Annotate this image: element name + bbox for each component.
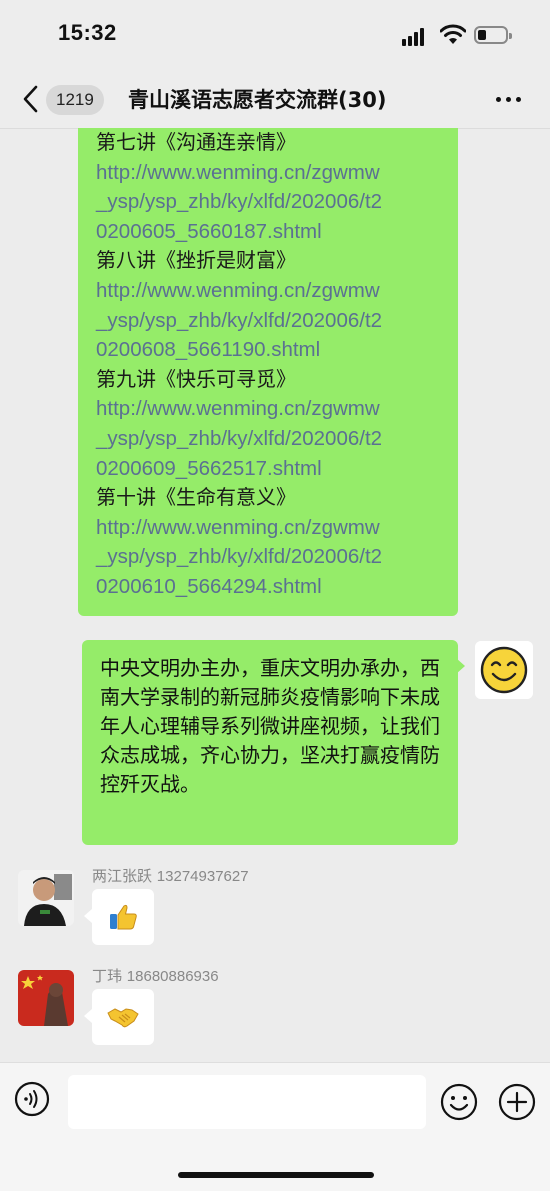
lecture-link[interactable]: http://www.wenming.cn/zgwmw (96, 513, 458, 543)
handshake-emoji-icon (107, 1008, 139, 1028)
bubble-tail (84, 1009, 92, 1023)
lecture-title: 第九讲《快乐可寻觅》 (96, 366, 296, 391)
sender-avatar-dingwei[interactable] (18, 970, 74, 1026)
more-options-icon[interactable] (496, 97, 524, 103)
sender-display-name: 丁玮 (92, 967, 123, 985)
lecture-link[interactable]: _ysp/ysp_zhb/ky/xlfd/202006/t2 (96, 424, 458, 454)
status-time: 15:32 (58, 20, 117, 45)
unread-count-badge[interactable]: 1219 (46, 85, 104, 115)
my-avatar[interactable] (475, 641, 533, 699)
lecture-link[interactable]: _ysp/ysp_zhb/ky/xlfd/202006/t2 (96, 187, 458, 217)
sender-avatar-zhangyue[interactable] (18, 870, 74, 926)
bubble-tail (84, 909, 92, 923)
lecture-link[interactable]: _ysp/ysp_zhb/ky/xlfd/202006/t2 (96, 306, 458, 336)
lecture-link[interactable]: 0200610_5664294.shtml (96, 572, 458, 602)
lecture-link[interactable]: _ysp/ysp_zhb/ky/xlfd/202006/t2 (96, 542, 458, 572)
sender-name: 丁玮 18680886936 (92, 965, 219, 986)
announcement-message-bubble[interactable]: 中央文明办主办，重庆文明办承办，西南大学录制的新冠肺炎疫情影响下未成年人心理辅导… (82, 640, 458, 845)
status-bar: 15:32 (0, 0, 550, 72)
announcement-text: 中央文明办主办，重庆文明办承办，西南大学录制的新冠肺炎疫情影响下未成年人心理辅导… (100, 656, 440, 796)
links-message-text: 第七讲《沟通连亲情》 http://www.wenming.cn/zgwmw _ys… (96, 128, 458, 602)
message-input[interactable] (68, 1075, 426, 1129)
cellular-signal-icon (402, 28, 428, 46)
thumbs-up-emoji-icon (110, 904, 137, 930)
lecture-title: 第七讲《沟通连亲情》 (96, 130, 296, 154)
sender-phone: 13274937627 (156, 868, 249, 885)
lecture-link[interactable]: http://www.wenming.cn/zgwmw (96, 158, 458, 188)
sender-name: 两江张跃 13274937627 (92, 865, 249, 886)
back-arrow-icon[interactable] (20, 84, 42, 114)
handshake-message-bubble[interactable] (92, 989, 154, 1045)
lecture-title: 第十讲《生命有意义》 (96, 485, 296, 510)
lecture-link[interactable]: 0200609_5662517.shtml (96, 454, 458, 484)
thumbs-up-message-bubble[interactable] (92, 889, 154, 945)
chat-title: 青山溪语志愿者交流群(30) (128, 88, 387, 112)
sender-display-name: 两江张跃 (92, 867, 153, 885)
battery-icon (474, 26, 512, 44)
lecture-link[interactable]: http://www.wenming.cn/zgwmw (96, 276, 458, 306)
lecture-link[interactable]: 0200608_5661190.shtml (96, 335, 458, 365)
sender-phone: 18680886936 (126, 968, 219, 985)
lecture-link[interactable]: http://www.wenming.cn/zgwmw (96, 394, 458, 424)
bubble-tail (456, 658, 465, 674)
wifi-icon (440, 24, 466, 44)
home-indicator (178, 1172, 374, 1178)
add-attachment-icon[interactable] (498, 1083, 536, 1121)
voice-input-icon[interactable] (14, 1081, 50, 1117)
links-message-bubble[interactable]: 第七讲《沟通连亲情》 http://www.wenming.cn/zgwmw _ys… (78, 128, 458, 616)
lecture-link[interactable]: 0200605_5660187.shtml (96, 217, 458, 247)
lecture-title: 第八讲《挫折是财富》 (96, 248, 296, 273)
chat-header: 1219 青山溪语志愿者交流群(30) (0, 72, 550, 129)
emoji-icon[interactable] (440, 1083, 478, 1121)
